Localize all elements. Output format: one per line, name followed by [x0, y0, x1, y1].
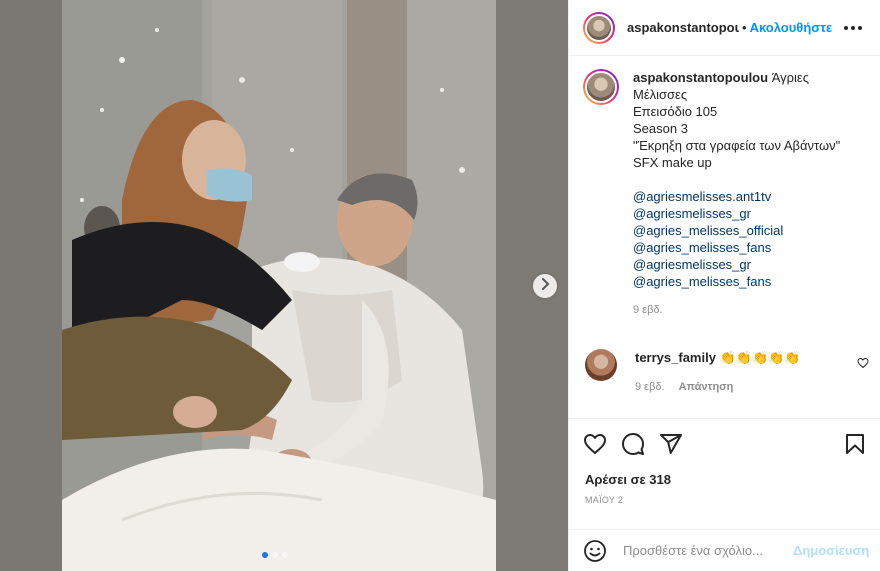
mention-link[interactable]: @agriesmelisses_gr: [633, 256, 869, 273]
comment-like-icon[interactable]: [857, 356, 869, 374]
mention-link[interactable]: @agries_melisses_official: [633, 222, 869, 239]
post-media: [0, 0, 568, 571]
caption-timestamp[interactable]: 9 εβδ.: [633, 302, 869, 319]
mention-link[interactable]: @agriesmelisses.ant1tv: [633, 188, 869, 205]
carousel-dot: [272, 552, 278, 558]
comment-text: 👏👏👏👏👏: [719, 350, 801, 365]
caption-line: Μέλισσες: [633, 87, 688, 102]
caption-line: Επεισόδιο 105: [633, 104, 718, 119]
comment-meta: 9 εβδ. Απάντηση: [635, 379, 801, 396]
post-date[interactable]: ΜΑΪΟΥ 2: [569, 495, 880, 505]
author-username[interactable]: aspakonstantopou: [627, 20, 739, 35]
more-icon: [844, 25, 848, 30]
share-icon[interactable]: [659, 432, 683, 456]
mention-link[interactable]: @agries_melisses_fans: [633, 239, 869, 256]
heart-icon[interactable]: [583, 432, 607, 456]
post-photo[interactable]: [62, 0, 496, 571]
comment-input[interactable]: [623, 543, 793, 558]
post-caption: aspakonstantopoulou Άγριες Μέλισσες Επει…: [583, 69, 869, 319]
header-separator: •: [742, 20, 747, 35]
caption-avatar[interactable]: [583, 69, 619, 105]
chevron-right-icon: [540, 277, 550, 295]
commenter-avatar[interactable]: [585, 349, 617, 381]
caption-line: SFX make up: [633, 155, 712, 170]
action-icons-row: [569, 419, 880, 469]
caption-line: Άγριες: [771, 70, 809, 85]
media-backdrop-left: [0, 0, 62, 571]
follow-button[interactable]: Ακολουθήστε: [750, 20, 833, 35]
comments-section: aspakonstantopoulou Άγριες Μέλισσες Επει…: [569, 57, 880, 417]
reply-button[interactable]: Απάντηση: [679, 379, 734, 396]
add-comment-bar: Δημοσίευση: [569, 529, 880, 571]
carousel-indicator: [262, 552, 288, 558]
post-header: aspakonstantopou • Ακολουθήστε: [569, 0, 880, 56]
likes-count[interactable]: Αρέσει σε 318: [569, 469, 880, 491]
post-comment-button[interactable]: Δημοσίευση: [793, 543, 869, 558]
mention-link[interactable]: @agriesmelisses_gr: [633, 205, 869, 222]
comment-icon[interactable]: [621, 432, 645, 456]
caption-text: aspakonstantopoulou Άγριες Μέλισσες Επει…: [633, 69, 869, 319]
caption-line: Season 3: [633, 121, 688, 136]
post-actions: Αρέσει σε 318 ΜΑΪΟΥ 2: [569, 418, 880, 505]
mention-link[interactable]: @agries_melisses_fans: [633, 273, 869, 290]
next-slide-button[interactable]: [533, 274, 557, 298]
bookmark-icon[interactable]: [843, 432, 867, 456]
comment-timestamp[interactable]: 9 εβδ.: [635, 379, 665, 396]
post-side-panel: aspakonstantopou • Ακολουθήστε aspakonst…: [568, 0, 880, 571]
carousel-dot-active: [262, 552, 268, 558]
emoji-icon[interactable]: [583, 539, 607, 563]
caption-line: "Έκρηξη στα γραφεία των Αβάντων": [633, 138, 841, 153]
media-backdrop-right: [496, 0, 568, 571]
instagram-post-view: aspakonstantopou • Ακολουθήστε aspakonst…: [0, 0, 880, 571]
comment-item: terrys_family 👏👏👏👏👏 9 εβδ. Απάντηση: [583, 349, 873, 396]
more-options-button[interactable]: [840, 22, 866, 34]
caption-username[interactable]: aspakonstantopoulou: [633, 70, 768, 85]
carousel-dot: [282, 552, 288, 558]
comment-body: terrys_family 👏👏👏👏👏 9 εβδ. Απάντηση: [635, 349, 801, 396]
author-avatar[interactable]: [583, 11, 615, 44]
commenter-username[interactable]: terrys_family: [635, 350, 716, 365]
